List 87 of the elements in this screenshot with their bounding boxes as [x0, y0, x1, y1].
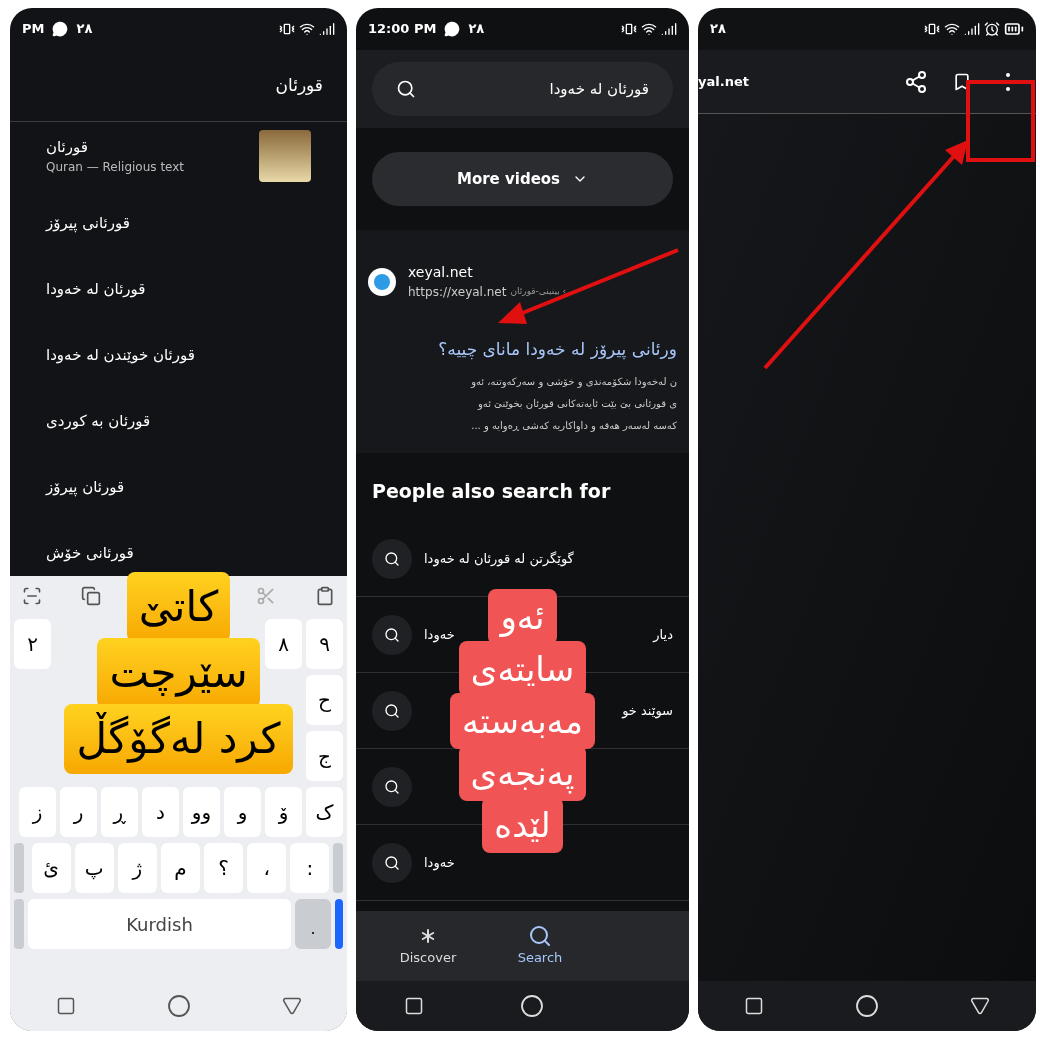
keyboard-key[interactable]: ، [247, 843, 287, 893]
vibrate-icon [279, 21, 295, 37]
alarm-icon [984, 21, 1000, 37]
share-icon[interactable] [904, 69, 928, 94]
copy-icon[interactable] [80, 586, 101, 606]
signal-icon [964, 21, 980, 37]
keyboard-key[interactable]: ز [19, 787, 56, 837]
keyboard-key[interactable]: ج [306, 731, 343, 781]
site-name[interactable]: xeyal.net [408, 262, 567, 283]
recents-icon[interactable] [404, 996, 425, 1016]
result-snippet: ن لەخەودا شکۆمەندی و خۆشی و سەرکەوتنە، ئەو [469, 374, 677, 390]
search-icon [528, 924, 552, 949]
keyboard-key[interactable]: ح [306, 675, 343, 725]
status-date: ٢٨ [76, 20, 93, 39]
suggestion-item[interactable]: قورئان پیرۆز [46, 475, 125, 499]
result-subtitle: Quran — Religious text [46, 159, 185, 177]
more-videos-button[interactable]: More videos [372, 152, 673, 206]
enter-key[interactable] [335, 899, 343, 949]
url-breadcrumb: › بینینی-قورئان [510, 285, 567, 299]
keyboard-key[interactable]: ٩ [306, 619, 343, 669]
address-text[interactable]: yal.net [698, 71, 749, 92]
search-icon[interactable] [372, 690, 412, 731]
related-search-item[interactable]: دیار [653, 624, 673, 645]
vibrate-icon [924, 21, 940, 37]
result-title[interactable]: قورئان [46, 135, 88, 159]
keyboard-key[interactable]: ڕ [101, 787, 138, 837]
keyboard-key[interactable]: . [295, 899, 331, 949]
related-search-item[interactable]: خەودا [424, 624, 455, 645]
chat-icon [52, 21, 69, 37]
recents-icon[interactable] [55, 996, 76, 1016]
result-snippet: ی قورئانی بێ بێت ئایەتەکانی قورئان بخوێنێ ئەو [476, 396, 677, 412]
signal-icon [661, 21, 677, 37]
space-key[interactable]: Kurdish [28, 899, 291, 949]
suggestion-item[interactable]: قورئان خوێندن لە خەودا [46, 343, 195, 367]
back-icon[interactable] [281, 996, 302, 1016]
search-query[interactable]: قورئان [275, 72, 323, 99]
keyboard-key[interactable]: وو [183, 787, 220, 837]
keyboard-key[interactable]: : [290, 843, 330, 893]
nav-tab[interactable]: Discover [372, 924, 484, 968]
caption-text: مەبەستە [449, 692, 596, 749]
related-search-item[interactable]: خەودا [424, 852, 455, 873]
search-icon[interactable] [372, 538, 412, 579]
suggestion-item[interactable]: قورئانی خۆش [46, 541, 134, 565]
nav-tab[interactable]: Search [484, 924, 596, 968]
select-icon[interactable] [22, 586, 42, 606]
result-snippet: کەسە لەسەر هەقە و داواکاریە کەشی ڕەوایە و ... [470, 418, 677, 434]
site-logo-icon [368, 267, 396, 296]
search-icon[interactable] [372, 842, 412, 883]
keyboard-key[interactable]: د [142, 787, 179, 837]
home-icon[interactable] [166, 994, 191, 1018]
keyboard-key[interactable]: م [160, 843, 201, 893]
caption-text: کرد لەگۆگڵ [64, 704, 293, 774]
keyboard-key[interactable]: ۆ [265, 787, 302, 837]
search-icon[interactable] [372, 766, 412, 807]
wifi-icon [944, 21, 960, 37]
suggestion-item[interactable]: قورئان لە خەودا [46, 277, 146, 301]
status-time: 12:00 PM [368, 20, 437, 39]
suggestion-item[interactable]: قورئان بە کوردی [46, 409, 151, 433]
status-date: ٢٨ [710, 20, 726, 39]
site-url: https://xeyal.net [408, 284, 507, 301]
related-search-item[interactable]: گوێگرتن لە قورئان لە خەودا [424, 548, 574, 569]
keyboard-key[interactable]: ر [60, 787, 97, 837]
keyboard-key[interactable]: ئ [31, 843, 71, 893]
search-icon[interactable] [396, 79, 416, 99]
chat-icon [444, 21, 461, 37]
photo-placeholder [259, 130, 311, 182]
bookmark-icon[interactable] [952, 71, 972, 92]
keyboard-key[interactable]: ؟ [204, 843, 244, 893]
search-field[interactable]: قورئان لە خەودا [372, 62, 673, 116]
related-search-item[interactable]: سوێند خو [622, 700, 673, 721]
keyboard-key[interactable]: ژ [117, 843, 157, 893]
keyboard-key[interactable]: ٨ [265, 619, 302, 669]
signal-icon [319, 21, 335, 37]
vibrate-icon [621, 21, 637, 37]
result-link[interactable]: ورئانی پیرۆز لە خەودا ماناى چییه؟ [368, 337, 677, 363]
keyboard-key[interactable]: پ [74, 843, 114, 893]
wifi-icon [641, 21, 657, 37]
keyboard-key[interactable]: و [224, 787, 261, 837]
status-date: ٢٨ [468, 20, 485, 39]
suggestion-item[interactable]: قورئانی پیرۆز [46, 211, 130, 235]
recents-icon[interactable] [743, 996, 764, 1016]
search-icon[interactable] [372, 614, 412, 655]
section-heading: People also search for [371, 478, 612, 504]
status-time: PM [22, 20, 45, 39]
keyboard-key[interactable]: ٢ [14, 619, 51, 669]
wifi-icon [299, 21, 315, 37]
keyboard-key[interactable]: ک [306, 787, 343, 837]
